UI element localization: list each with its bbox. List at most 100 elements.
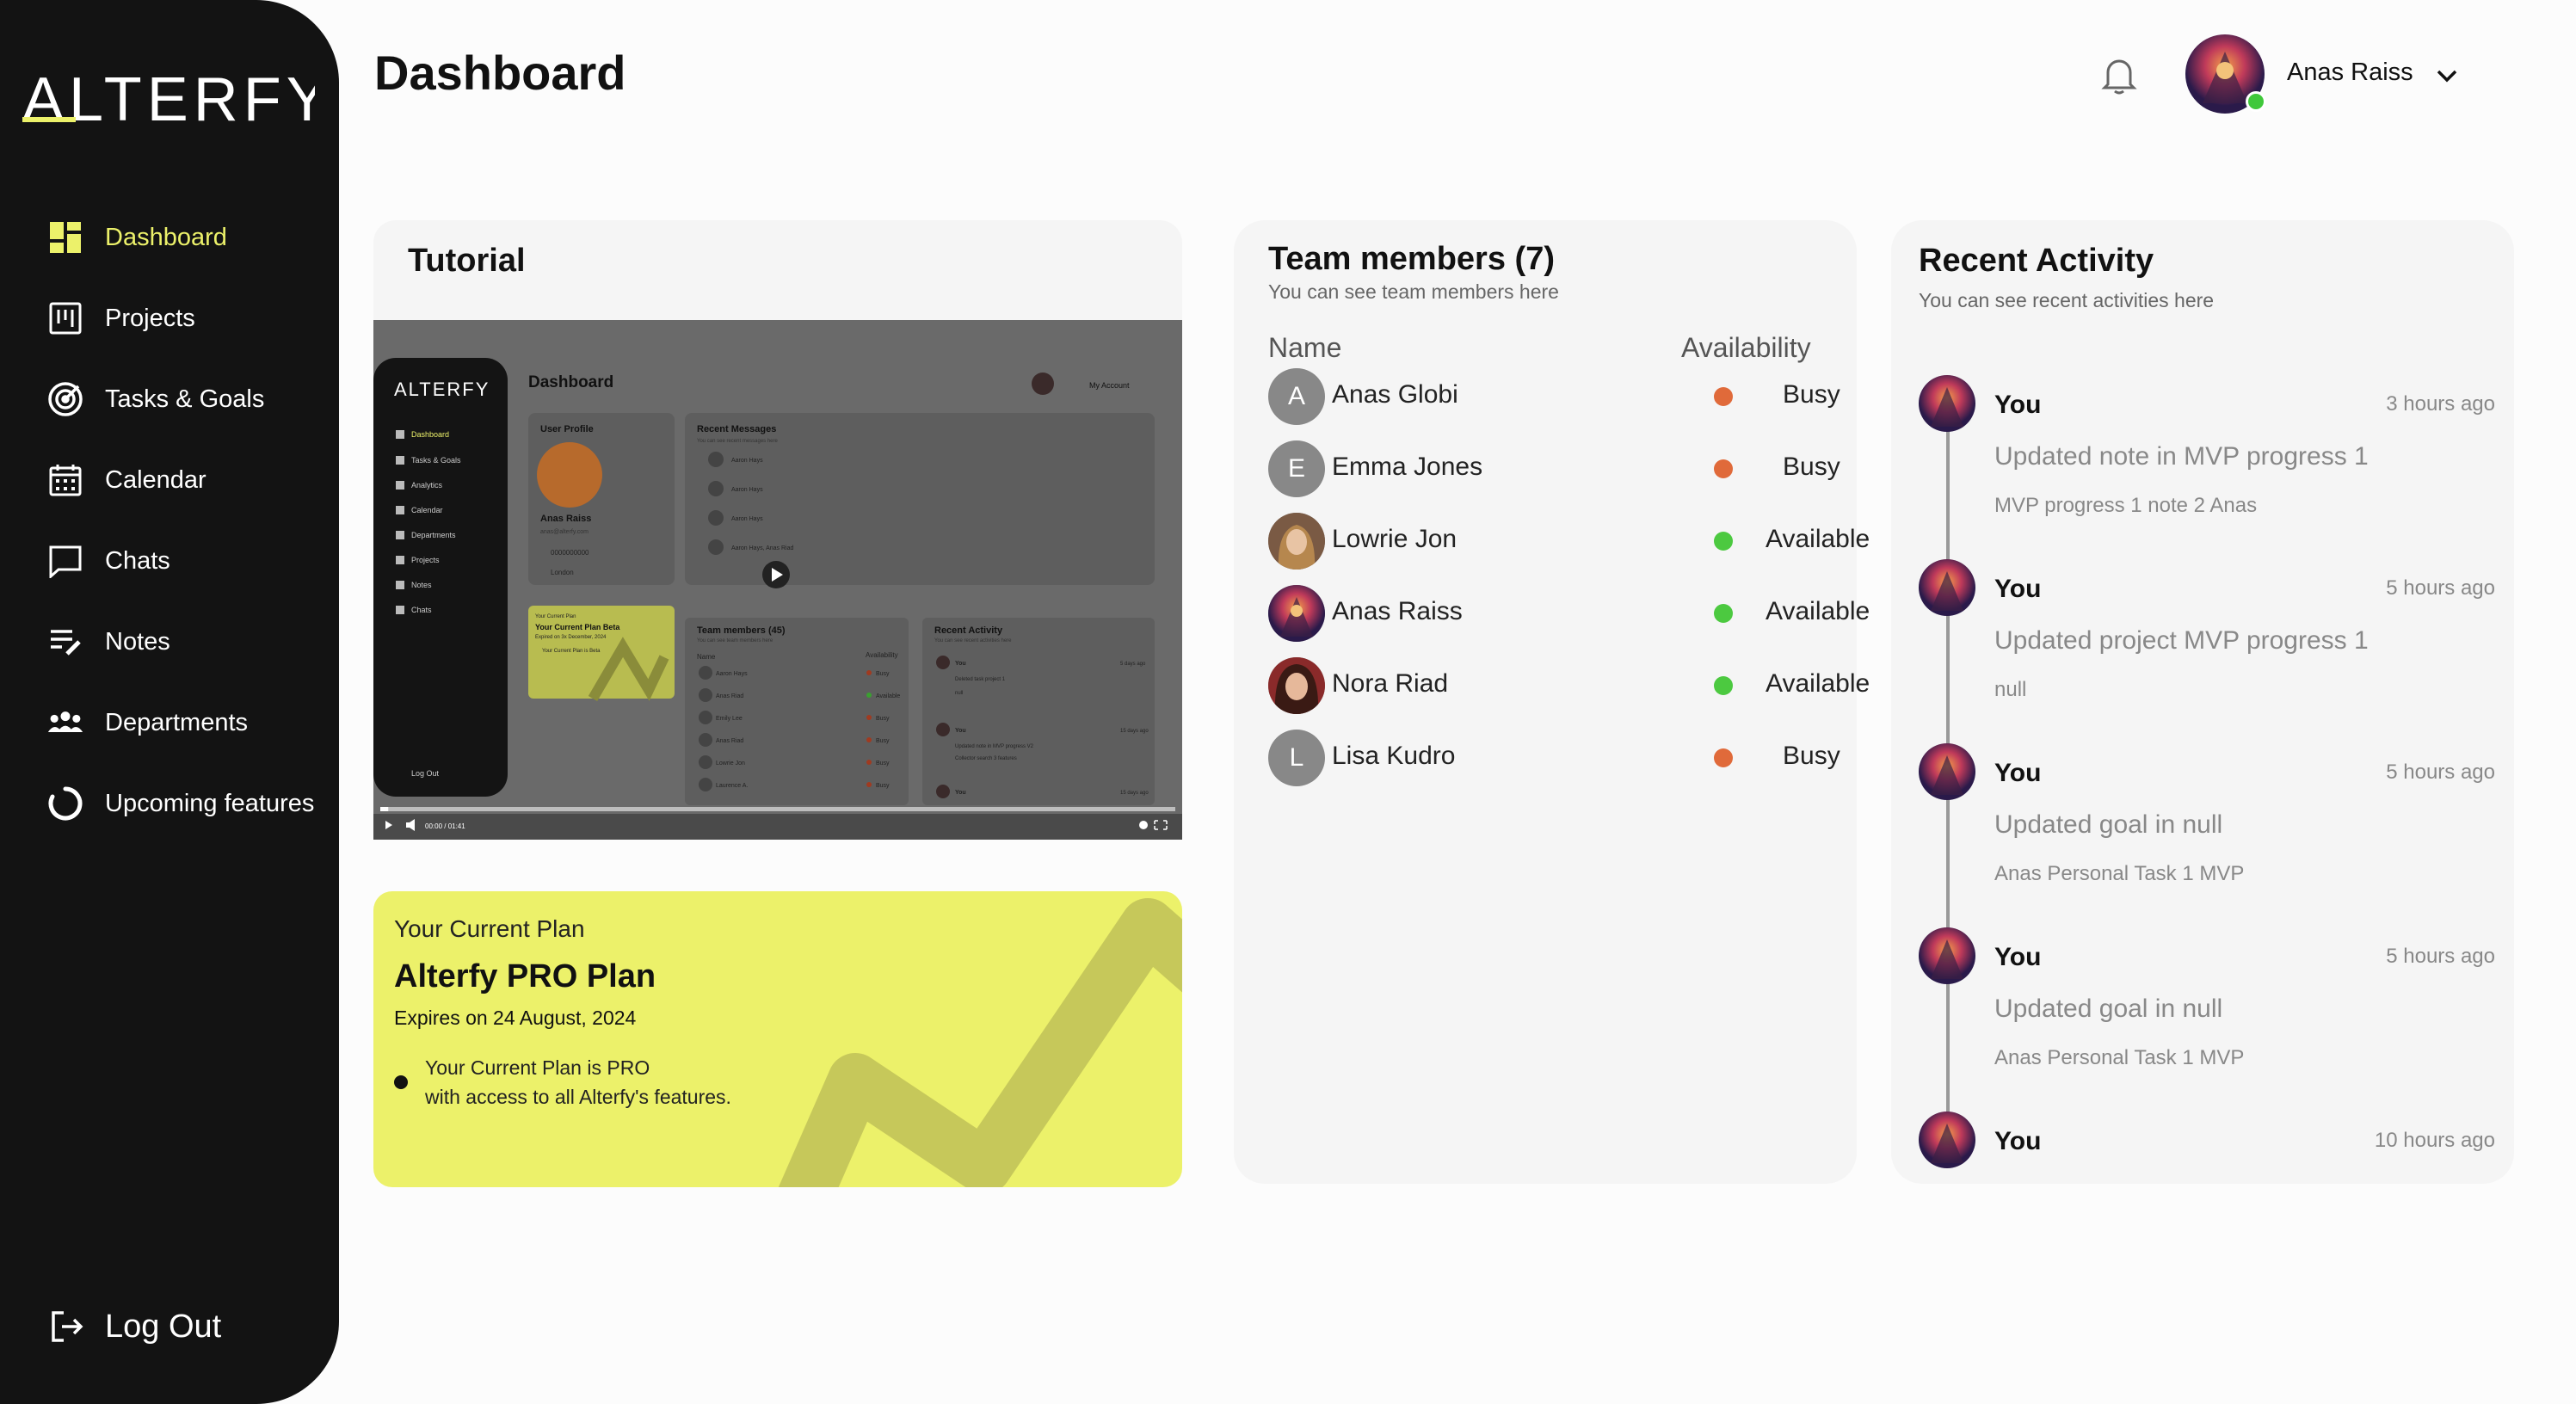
avatar: L [1268,730,1325,786]
people-icon [46,704,84,742]
avatar [1919,927,1975,984]
activity-item[interactable]: You 5 hours ago Updated goal in null Ana… [1919,927,2495,1099]
activity-item[interactable]: You 5 hours ago Updated goal in null Ana… [1919,743,2495,915]
svg-text:Aaron Hays, Anas Riad: Aaron Hays, Anas Riad [731,545,793,551]
sidebar-item-upcoming-features[interactable]: Upcoming features [46,778,314,829]
svg-text:Your Current Plan Beta: Your Current Plan Beta [535,623,620,631]
svg-text:London: London [551,569,574,576]
activity-title: Recent Activity [1919,243,2154,279]
alterfy-logo[interactable]: ALTERFY [22,60,315,139]
team-member-row[interactable]: L Lisa Kudro Busy [1268,730,1840,786]
svg-text:Updated note in MVP progress V: Updated note in MVP progress V2 [955,744,1034,749]
svg-text:ALTERFY: ALTERFY [22,65,315,134]
member-name: Nora Riad [1332,669,1449,698]
member-name: Lowrie Jon [1332,525,1457,553]
member-status: Available [1766,669,1870,698]
svg-text:Lowrie Jon: Lowrie Jon [716,760,745,767]
svg-text:Collector search 3 features: Collector search 3 features [955,756,1017,761]
available-status-dot [1714,676,1733,695]
team-member-row[interactable]: Lowrie Jon Available [1268,513,1870,570]
avatar [1268,585,1325,642]
notes-icon [46,623,84,661]
activity-user: You [1994,391,2042,419]
member-status: Available [1766,525,1870,553]
page-title: Dashboard [374,46,626,100]
avatar [1268,513,1325,570]
svg-text:15 days ago: 15 days ago [1120,729,1149,734]
plan-subtitle: Your Current Plan [394,915,585,942]
svg-text:You: You [955,790,966,796]
activity-user: You [1994,575,2042,603]
svg-text:Anas Riad: Anas Riad [716,738,743,744]
available-status-dot [1714,532,1733,551]
activity-item[interactable]: You 5 hours ago Updated project MVP prog… [1919,559,2495,731]
activity-detail: Anas Personal Task 1 MVP [1994,862,2245,885]
sidebar-item-departments[interactable]: Departments [46,697,248,748]
svg-text:Your Current Plan is Beta: Your Current Plan is Beta [542,649,601,654]
sidebar-item-chats[interactable]: Chats [46,535,170,587]
svg-text:Anas Raiss: Anas Raiss [540,514,591,524]
svg-text:anas@alterfy.com: anas@alterfy.com [540,529,589,535]
svg-text:Busy: Busy [876,783,890,789]
video-progress-track[interactable] [380,807,1175,811]
team-members-card: Team members (7) You can see team member… [1234,220,1870,1184]
svg-text:Emily Lee: Emily Lee [716,716,743,722]
svg-text:null: null [955,691,963,696]
sidebar-item-tasks-goals[interactable]: Tasks & Goals [46,373,264,425]
svg-text:Busy: Busy [876,671,890,677]
settings-icon[interactable] [1139,821,1148,829]
svg-text:Busy: Busy [876,716,890,722]
current-plan-card: Your Current Plan Alterfy PRO Plan Expir… [373,891,1182,1187]
bullet-icon [394,1075,408,1089]
activity-time: 5 hours ago [2386,576,2495,600]
team-member-row[interactable]: A Anas Globi Busy [1268,368,1840,425]
svg-text:You can see recent activities: You can see recent activities here [934,638,1012,644]
member-name: Lisa Kudro [1332,742,1456,770]
logout-label: Log Out [105,1308,222,1345]
sidebar-item-label: Tasks & Goals [105,385,265,413]
avatar [1919,559,1975,616]
plan-expiry: Expires on 24 August, 2024 [394,1007,637,1029]
sidebar: ALTERFY Dashboard Projects Tasks & Goals [0,0,339,1404]
tutorial-video[interactable]: ALTERFY Dashboard Tasks & Goals Analytic… [373,320,1182,840]
svg-text:Availability: Availability [866,651,898,659]
member-status: Busy [1783,453,1840,481]
svg-text:Your Current Plan: Your Current Plan [535,614,576,619]
team-member-row[interactable]: Nora Riad Available [1268,657,1870,714]
member-status: Available [1766,597,1870,625]
svg-text:Name: Name [697,653,716,661]
user-name[interactable]: Anas Raiss [2287,58,2413,87]
svg-text:Recent Messages: Recent Messages [697,424,776,434]
svg-text:Aaron Hays: Aaron Hays [731,516,763,522]
team-member-row[interactable]: E Emma Jones Busy [1268,440,1840,497]
member-status: Busy [1783,380,1840,409]
bell-icon[interactable] [2098,53,2141,96]
chevron-down-icon[interactable] [2431,60,2462,91]
activity-detail: null [1994,678,2027,701]
svg-text:15 days ago: 15 days ago [1120,791,1149,796]
logout-button[interactable]: Log Out [46,1301,221,1352]
svg-text:You: You [955,728,966,734]
activity-item[interactable]: You 10 hours ago [1919,1112,2495,1184]
team-member-row[interactable]: Anas Raiss Available [1268,585,1870,642]
activity-time: 5 hours ago [2386,760,2495,784]
sidebar-item-label: Departments [105,708,249,736]
member-status: Busy [1783,742,1840,770]
svg-text:Aaron Hays: Aaron Hays [716,671,748,677]
avatar [1919,1112,1975,1168]
sidebar-item-projects[interactable]: Projects [46,292,195,344]
activity-action: Updated goal in null [1994,995,2223,1023]
svg-text:Notes: Notes [411,581,432,589]
sidebar-item-notes[interactable]: Notes [46,616,170,668]
svg-text:Chats: Chats [411,606,432,614]
chat-icon [46,542,84,580]
dashboard-page: ALTERFY Dashboard Projects Tasks & Goals [0,0,2576,1404]
activity-item[interactable]: You 3 hours ago Updated note in MVP prog… [1919,375,2495,547]
sidebar-item-label: Chats [105,546,170,575]
activity-action: Updated goal in null [1994,810,2223,839]
sidebar-item-label: Upcoming features [105,789,315,817]
online-status-dot [2246,91,2266,112]
sidebar-item-calendar[interactable]: Calendar [46,454,206,506]
svg-text:Laurence A.: Laurence A. [716,783,748,789]
sidebar-item-dashboard[interactable]: Dashboard [46,212,227,263]
